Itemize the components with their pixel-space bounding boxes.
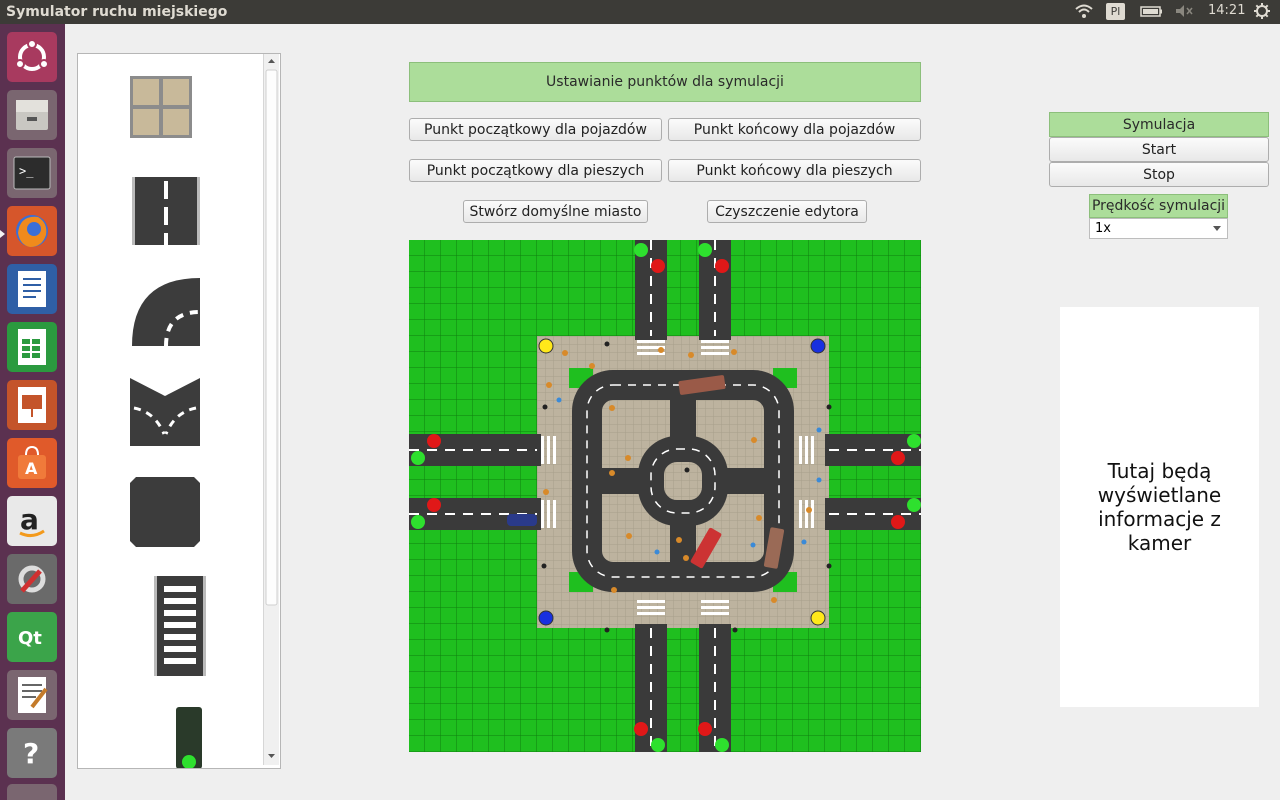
- camera-info-panel: Tutaj będą wyświetlane informacje z kame…: [1060, 307, 1259, 707]
- straight-road-tile[interactable]: [132, 177, 200, 245]
- svg-text:>_: >_: [19, 164, 34, 178]
- svg-text:a: a: [20, 503, 39, 536]
- pedestrian-end-button[interactable]: Punkt końcowy dla pieszych: [668, 159, 921, 182]
- system-gear-icon[interactable]: [1253, 2, 1271, 24]
- pedestrian-start-button[interactable]: Punkt początkowy dla pieszych: [409, 159, 662, 182]
- start-button[interactable]: Start: [1049, 137, 1269, 162]
- help-icon[interactable]: ?: [7, 728, 57, 778]
- vehicle-start-button[interactable]: Punkt początkowy dla pojazdów: [409, 118, 662, 141]
- wifi-icon[interactable]: [1074, 3, 1094, 23]
- software-center-icon[interactable]: A: [7, 438, 57, 488]
- settings-icon[interactable]: [7, 554, 57, 604]
- top-panel: Symulator ruchu miejskiego Pl 14:21: [0, 0, 1280, 24]
- clear-editor-button[interactable]: Czyszczenie edytora: [707, 200, 867, 223]
- impress-icon[interactable]: [7, 380, 57, 430]
- stop-button[interactable]: Stop: [1049, 162, 1269, 187]
- crosswalk-tile[interactable]: [154, 576, 206, 676]
- svg-text:Qt: Qt: [18, 628, 42, 649]
- clock[interactable]: 14:21: [1208, 3, 1245, 18]
- intersection-tile[interactable]: [130, 477, 200, 547]
- speed-select[interactable]: 1x: [1089, 218, 1228, 239]
- speed-select-value: 1x: [1095, 221, 1111, 236]
- simulation-label: Symulacja: [1049, 112, 1269, 137]
- qt-creator-icon[interactable]: Qt: [7, 612, 57, 662]
- points-banner: Ustawianie punktów dla symulacji: [409, 62, 921, 102]
- svg-text:A: A: [25, 459, 38, 478]
- keyboard-layout-indicator[interactable]: Pl: [1106, 3, 1125, 20]
- files-icon[interactable]: [7, 90, 57, 140]
- ubuntu-dash-icon[interactable]: [7, 32, 57, 82]
- amazon-icon[interactable]: a: [7, 496, 57, 546]
- fork-road-tile[interactable]: [130, 378, 200, 446]
- camera-info-text: Tutaj będą wyświetlane informacje z kame…: [1097, 459, 1222, 555]
- city-map[interactable]: [409, 240, 921, 752]
- svg-text:?: ?: [23, 737, 39, 770]
- vehicle-end-button[interactable]: Punkt końcowy dla pojazdów: [668, 118, 921, 141]
- traffic-light-tile[interactable]: [176, 707, 202, 768]
- trash-icon[interactable]: [7, 784, 57, 800]
- palette-scrollbar[interactable]: [263, 54, 279, 765]
- chevron-down-icon: [1213, 226, 1221, 231]
- text-editor-icon[interactable]: [7, 670, 57, 720]
- pavement-tile[interactable]: [130, 76, 192, 138]
- volume-muted-icon[interactable]: [1174, 3, 1194, 23]
- window-title: Symulator ruchu miejskiego: [6, 4, 228, 20]
- firefox-icon[interactable]: [7, 206, 57, 256]
- speed-label: Prędkość symulacji: [1089, 194, 1228, 218]
- calc-icon[interactable]: [7, 322, 57, 372]
- tile-palette[interactable]: [77, 53, 281, 769]
- battery-icon[interactable]: [1140, 3, 1164, 23]
- launcher: >_ A a Qt ?: [0, 24, 65, 800]
- default-city-button[interactable]: Stwórz domyślne miasto: [463, 200, 648, 223]
- curve-road-tile[interactable]: [132, 278, 201, 347]
- terminal-icon[interactable]: >_: [7, 148, 57, 198]
- writer-icon[interactable]: [7, 264, 57, 314]
